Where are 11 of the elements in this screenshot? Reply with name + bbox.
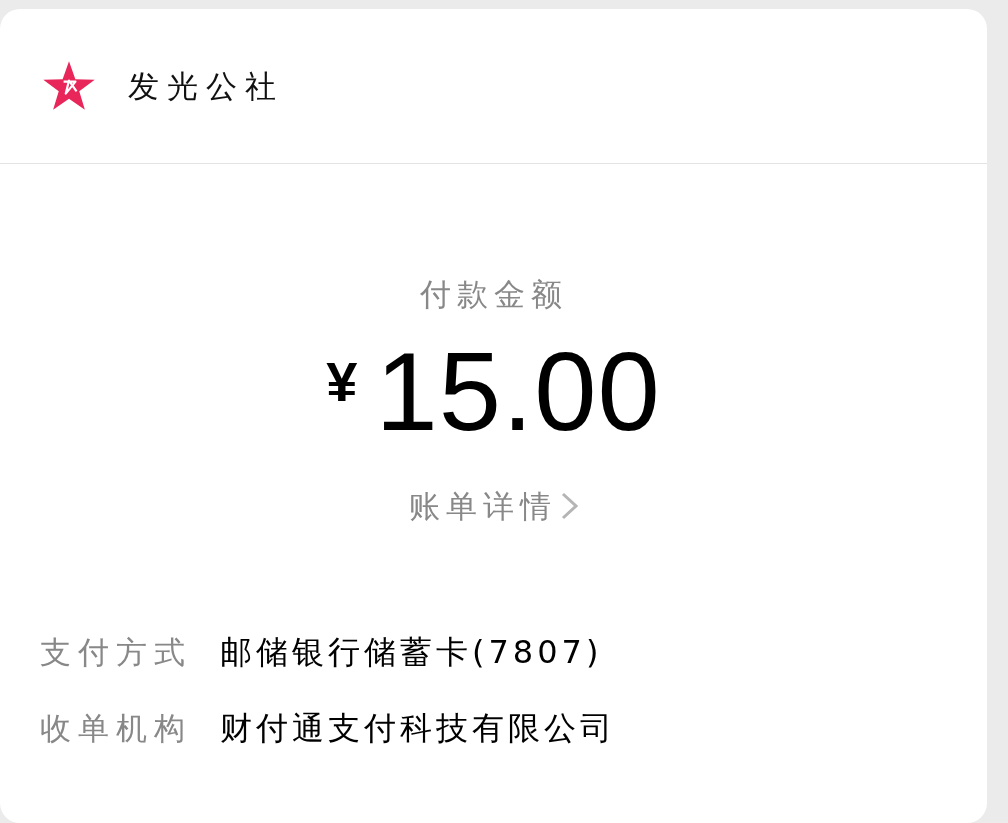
merchant-name: 发光公社 xyxy=(128,66,284,106)
payment-amount: 15.00 xyxy=(375,342,661,442)
chevron-right-icon xyxy=(561,492,578,520)
info-label: 支付方式 xyxy=(40,632,193,672)
currency-symbol: ¥ xyxy=(326,354,358,410)
star-logo-icon xyxy=(42,60,96,112)
info-label: 收单机构 xyxy=(40,708,193,748)
info-value: 邮储银行储蓄卡(7807) xyxy=(220,632,603,673)
payment-amount-label: 付款金额 xyxy=(419,275,568,314)
info-value: 财付通支付科技有限公司 xyxy=(220,708,616,749)
bill-details-link[interactable]: 账单详情 xyxy=(409,486,578,526)
